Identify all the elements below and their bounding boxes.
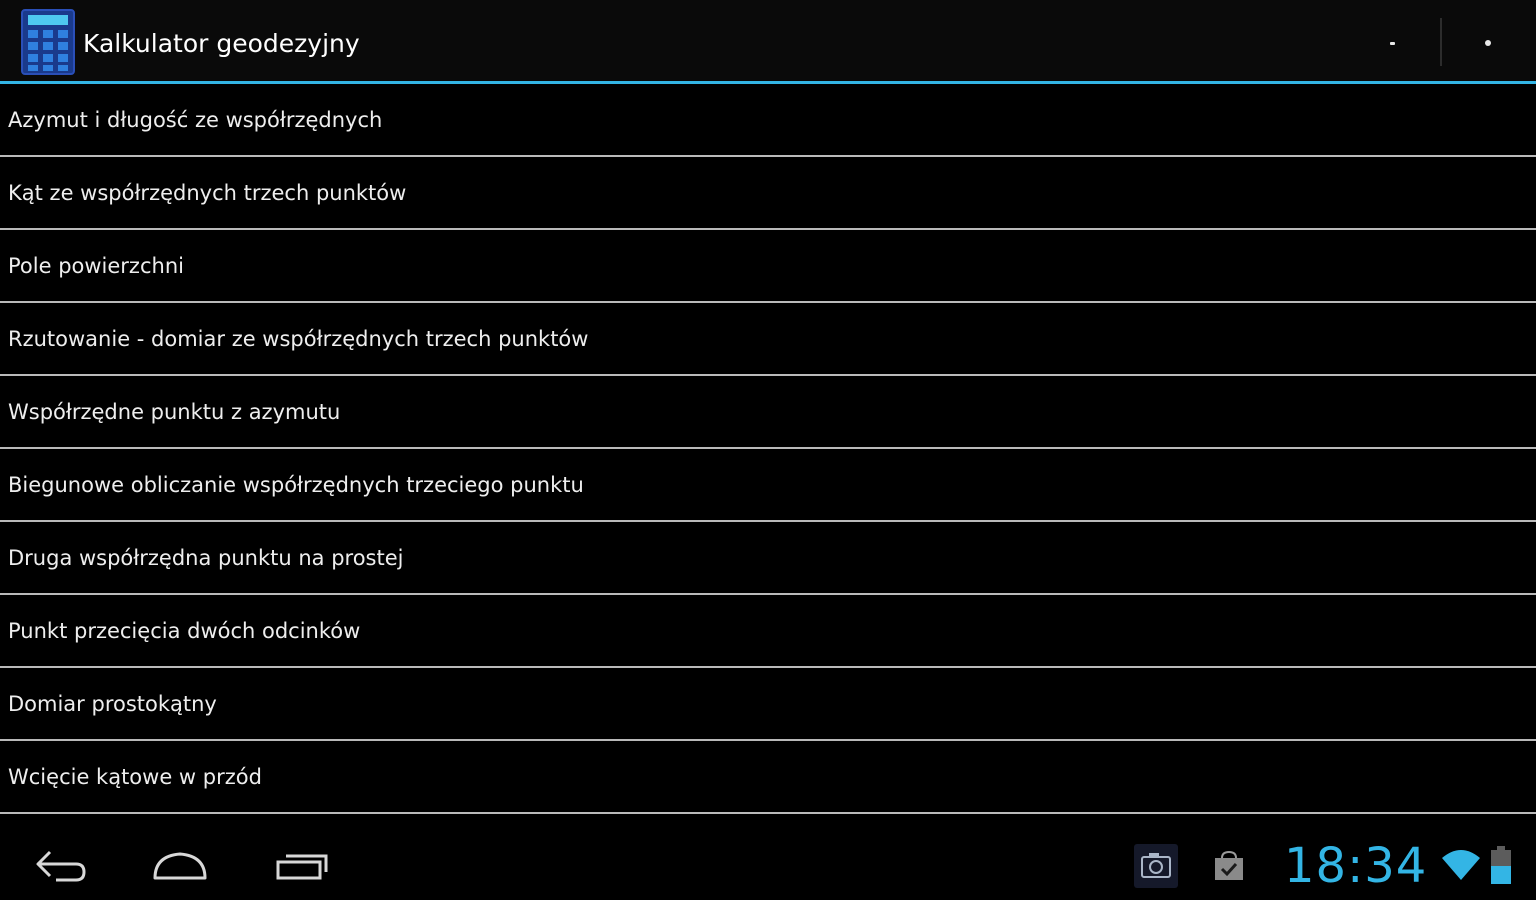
list-item[interactable]: Pole powierzchni [0,230,1536,303]
overflow-right-icon[interactable] [1468,18,1508,68]
list-item-label: Druga współrzędna punktu na prostej [8,546,404,570]
calculation-list: Azymut i długość ze współrzędnych Kąt ze… [0,84,1536,814]
action-bar: Kalkulator geodezyjny [0,0,1536,81]
list-item-label: Współrzędne punktu z azymutu [8,400,341,424]
list-item[interactable]: Rzutowanie - domiar ze współrzędnych trz… [0,303,1536,376]
screen: Kalkulator geodezyjny Azymut i długość z… [0,0,1536,900]
list-item-label: Kąt ze współrzędnych trzech punktów [8,181,407,205]
wifi-icon [1440,846,1482,882]
list-item[interactable]: Współrzędne punktu z azymutu [0,376,1536,449]
list-item[interactable]: Kąt ze współrzędnych trzech punktów [0,157,1536,230]
back-icon[interactable] [16,840,106,890]
screenshot-icon[interactable] [1134,844,1178,888]
system-bar: 18:34 [0,820,1536,900]
action-dot [1485,40,1491,46]
action-dot [1389,41,1395,45]
list-item[interactable]: Biegunowe obliczanie współrzędnych trzec… [0,449,1536,522]
list-item-label: Biegunowe obliczanie współrzędnych trzec… [8,473,584,497]
app-title: Kalkulator geodezyjny [83,29,360,58]
action-divider [1440,18,1442,66]
calculator-icon[interactable] [20,8,76,76]
recent-apps-icon[interactable] [258,840,348,890]
overflow-left-icon[interactable] [1372,18,1412,68]
list-item-label: Domiar prostokątny [8,692,217,716]
clock: 18:34 [1284,838,1428,894]
list-item[interactable]: Druga współrzędna punktu na prostej [0,522,1536,595]
list-item-label: Pole powierzchni [8,254,184,278]
play-store-icon[interactable] [1207,844,1251,888]
list-item-label: Punkt przecięcia dwóch odcinków [8,619,361,643]
battery-icon [1489,844,1513,886]
list-item-label: Rzutowanie - domiar ze współrzędnych trz… [8,327,589,351]
list-item[interactable]: Azymut i długość ze współrzędnych [0,84,1536,157]
list-item[interactable]: Wcięcie kątowe w przód [0,741,1536,814]
list-item-label: Wcięcie kątowe w przód [8,765,262,789]
list-item-label: Azymut i długość ze współrzędnych [8,108,383,132]
list-item[interactable]: Punkt przecięcia dwóch odcinków [0,595,1536,668]
list-item[interactable]: Domiar prostokątny [0,668,1536,741]
home-icon[interactable] [135,840,225,890]
